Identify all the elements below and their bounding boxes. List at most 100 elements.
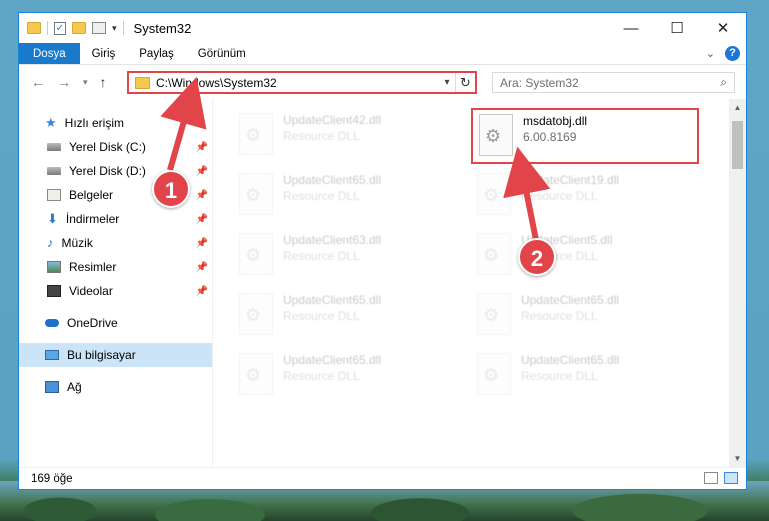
dll-file-icon: ⚙: [239, 353, 273, 395]
customize-icon[interactable]: [92, 22, 106, 34]
file-name: UpdateClient19.dll: [521, 173, 620, 187]
sidebar-item-music[interactable]: ♪ Müzik 📌: [19, 231, 212, 255]
dll-file-icon: ⚙: [479, 114, 513, 156]
dll-file-icon: ⚙: [477, 233, 511, 275]
file-description: Resource DLL: [283, 129, 360, 143]
sidebar-item-videos[interactable]: Videolar 📌: [19, 279, 212, 303]
status-bar: 169 öğe: [19, 467, 746, 489]
sidebar-item-local-disk-c[interactable]: Yerel Disk (C:) 📌: [19, 135, 212, 159]
scroll-down-icon[interactable]: ▼: [729, 450, 746, 467]
search-placeholder[interactable]: Ara: System32: [500, 76, 579, 90]
sidebar-item-label: Yerel Disk (C:): [69, 140, 146, 154]
videos-icon: [47, 285, 61, 297]
details-view-icon[interactable]: [704, 472, 718, 484]
navigation-pane: ★ Hızlı erişim Yerel Disk (C:) 📌 Yerel D…: [19, 99, 213, 467]
dll-file-icon: ⚙: [239, 233, 273, 275]
new-folder-icon[interactable]: [72, 22, 86, 34]
dll-file-icon: ⚙: [477, 173, 511, 215]
sidebar-item-onedrive[interactable]: OneDrive: [19, 311, 212, 335]
sidebar-item-this-pc[interactable]: Bu bilgisayar: [19, 343, 212, 367]
vertical-scrollbar[interactable]: ▲ ▼: [729, 99, 746, 467]
step-1-badge: 1: [152, 170, 190, 208]
sidebar-item-label: Bu bilgisayar: [67, 348, 136, 362]
folder-icon: [27, 22, 41, 34]
dll-file-icon: ⚙: [477, 353, 511, 395]
list-item-msdatobj[interactable]: ⚙ msdatobj.dll 6.00.8169: [471, 108, 699, 164]
minimize-button[interactable]: —: [608, 13, 654, 43]
tab-share[interactable]: Paylaş: [127, 43, 186, 64]
list-item[interactable]: ⚙ UpdateClient65.dll Resource DLL: [471, 289, 699, 339]
expand-ribbon-chevron-icon[interactable]: ⌄: [706, 47, 715, 60]
file-name: UpdateClient65.dll: [521, 293, 620, 307]
ribbon-tabs: Dosya Giriş Paylaş Görünüm ⌄ ?: [19, 43, 746, 65]
sidebar-item-label: İndirmeler: [65, 212, 120, 226]
pin-icon[interactable]: 📌: [196, 238, 208, 249]
quick-access-dropdown-icon[interactable]: ▾: [112, 23, 117, 34]
pin-icon[interactable]: 📌: [196, 262, 208, 273]
list-item[interactable]: ⚙ UpdateClient42.dll Resource DLL: [233, 109, 461, 159]
help-icon[interactable]: ?: [725, 46, 740, 61]
sidebar-item-quick-access[interactable]: ★ Hızlı erişim: [19, 111, 212, 135]
title-bar: ✓ ▾ System32 — ☐ ✕: [19, 13, 746, 43]
address-bar[interactable]: C:\Windows\System32 ▾ ↻: [127, 71, 477, 94]
tiles-view-icon[interactable]: [724, 472, 738, 484]
list-item[interactable]: ⚙ UpdateClient19.dll Resource DLL: [471, 169, 699, 219]
network-icon: [45, 381, 59, 393]
sidebar-item-label: Resimler: [69, 260, 117, 274]
scroll-thumb[interactable]: [732, 121, 743, 169]
address-dropdown-icon[interactable]: ▾: [439, 77, 455, 88]
pin-icon[interactable]: 📌: [196, 190, 208, 201]
list-item[interactable]: ⚙ UpdateClient65.dll Resource DLL: [471, 349, 699, 399]
search-box[interactable]: Ara: System32 ⌕: [492, 72, 735, 93]
sidebar-item-pictures[interactable]: Resimler 📌: [19, 255, 212, 279]
file-description: Resource DLL: [283, 309, 360, 323]
recent-locations-dropdown-icon[interactable]: ▾: [83, 77, 88, 88]
tab-home[interactable]: Giriş: [80, 43, 128, 64]
list-item[interactable]: ⚙ UpdateClient63.dll Resource DLL: [233, 229, 461, 279]
file-name: UpdateClient42.dll: [283, 113, 382, 127]
item-count: 169 öğe: [31, 472, 73, 485]
pin-icon[interactable]: 📌: [196, 166, 208, 177]
file-description: Resource DLL: [521, 309, 598, 323]
refresh-icon[interactable]: ↻: [455, 73, 475, 92]
search-icon[interactable]: ⌕: [720, 75, 727, 90]
disk-icon: [47, 167, 61, 175]
address-path[interactable]: C:\Windows\System32: [156, 76, 439, 90]
up-arrow-icon[interactable]: ↑: [100, 74, 107, 90]
tab-file[interactable]: Dosya: [19, 43, 80, 64]
sidebar-item-network[interactable]: Ağ: [19, 375, 212, 399]
sidebar-item-label: Yerel Disk (D:): [69, 164, 146, 178]
window-title: System32: [133, 20, 192, 36]
file-name: msdatobj.dll: [523, 114, 588, 128]
sidebar-item-downloads[interactable]: ⬇ İndirmeler 📌: [19, 207, 212, 231]
sidebar-item-label: Ağ: [67, 380, 82, 394]
file-name: UpdateClient63.dll: [283, 233, 382, 247]
dll-file-icon: ⚙: [239, 293, 273, 335]
close-button[interactable]: ✕: [700, 13, 746, 43]
scroll-up-icon[interactable]: ▲: [729, 99, 746, 116]
divider: [122, 21, 124, 35]
dll-file-icon: ⚙: [239, 173, 273, 215]
disk-icon: [47, 143, 61, 151]
pin-icon[interactable]: 📌: [196, 142, 208, 153]
forward-arrow-icon[interactable]: →: [57, 74, 71, 90]
pictures-icon: [47, 261, 61, 273]
maximize-button[interactable]: ☐: [654, 13, 700, 43]
properties-check-icon[interactable]: ✓: [54, 21, 66, 35]
file-description: Resource DLL: [283, 189, 360, 203]
file-description: Resource DLL: [521, 369, 598, 383]
list-item[interactable]: ⚙ UpdateClient65.dll Resource DLL: [233, 349, 461, 399]
list-item[interactable]: ⚙ UpdateClient65.dll Resource DLL: [233, 289, 461, 339]
pin-icon[interactable]: 📌: [196, 214, 208, 225]
tab-view[interactable]: Görünüm: [186, 43, 258, 64]
list-item[interactable]: ⚙ UpdateClient5.dll Resource DLL: [471, 229, 699, 279]
computer-icon: [45, 350, 59, 360]
pin-icon[interactable]: 📌: [196, 286, 208, 297]
file-description: Resource DLL: [283, 249, 360, 263]
explorer-window: ✓ ▾ System32 — ☐ ✕ Dosya Giriş Paylaş Gö…: [18, 12, 747, 490]
sidebar-item-label: Hızlı erişim: [64, 116, 124, 130]
back-arrow-icon[interactable]: ←: [31, 74, 45, 90]
list-item[interactable]: ⚙ UpdateClient65.dll Resource DLL: [233, 169, 461, 219]
dll-file-icon: ⚙: [477, 293, 511, 335]
file-name: UpdateClient65.dll: [521, 353, 620, 367]
